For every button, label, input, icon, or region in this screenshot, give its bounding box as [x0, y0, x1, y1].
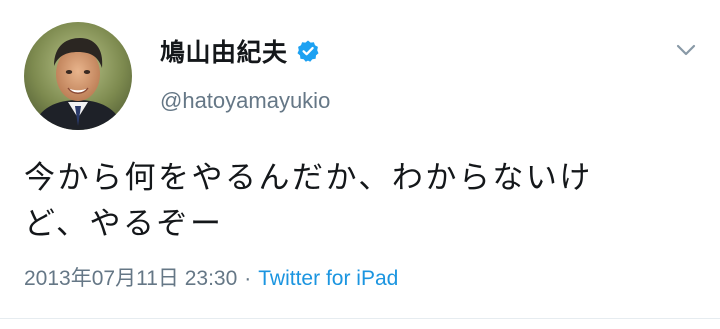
display-name[interactable]: 鳩山由紀夫 — [160, 33, 288, 69]
avatar[interactable] — [24, 22, 132, 130]
verified-badge-icon — [296, 39, 320, 63]
tweet-card: 鳩山由紀夫 @hatoyamayukio 今から何をやるんだか、わからないけ ど… — [0, 0, 720, 329]
tweet-meta: 2013年07月11日 23:30 · Twitter for iPad — [24, 262, 398, 292]
chevron-down-icon[interactable] — [672, 38, 700, 62]
user-handle[interactable]: @hatoyamayukio — [160, 88, 330, 114]
user-header: 鳩山由紀夫 @hatoyamayukio — [160, 34, 330, 114]
tweet-text-line: ど、やるぞー — [24, 206, 224, 242]
name-row: 鳩山由紀夫 — [160, 34, 330, 68]
tweet-timestamp[interactable]: 2013年07月11日 23:30 — [24, 267, 237, 290]
tweet-text-line: 今から何をやるんだか、わからないけ — [24, 160, 593, 196]
divider — [0, 318, 720, 319]
tweet-source-link[interactable]: Twitter for iPad — [258, 267, 398, 290]
tweet-text: 今から何をやるんだか、わからないけ ど、やるぞー — [24, 155, 674, 247]
avatar-photo — [24, 22, 132, 130]
meta-separator: · — [244, 267, 252, 290]
